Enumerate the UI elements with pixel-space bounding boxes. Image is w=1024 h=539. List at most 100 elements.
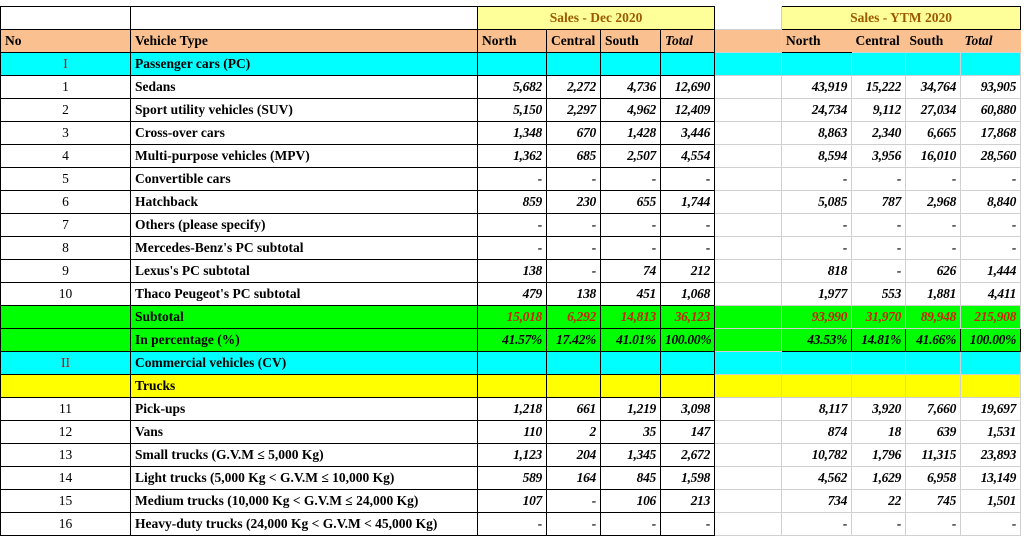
ytm-north: 8,863 (781, 121, 853, 145)
table-row: Subtotal 15,018 6,292 14,813 36,123 93,990 31,… (0, 305, 1022, 329)
ytm-north: - (781, 236, 853, 260)
ytm-south: 41.66% (905, 328, 962, 352)
section-label: Commercial vehicles (CV) (130, 351, 478, 375)
table-row: 6 Hatchback 859 230 655 1,744 5,085 787 2,968 8,8… (0, 190, 1022, 214)
dec-total: 12,690 (659, 75, 716, 99)
row-no: 15 (0, 489, 131, 513)
dec-south: - (600, 213, 661, 237)
dec-total: - (659, 236, 716, 260)
ytm-total: - (960, 167, 1022, 191)
ytm-central: - (851, 259, 907, 283)
dec-north: 5,682 (477, 75, 547, 99)
row-no: 4 (0, 144, 131, 168)
ytm-south: 6,665 (905, 121, 962, 145)
row-no: 11 (0, 397, 131, 421)
ytm-central: 1,796 (851, 443, 907, 467)
ytm-total: 28,560 (960, 144, 1022, 168)
ytm-north: 10,782 (781, 443, 853, 467)
dec-south: 655 (600, 190, 661, 214)
ytm-north: 93,990 (781, 305, 853, 329)
dec-central: - (546, 167, 601, 191)
ytm-central: 15,222 (851, 75, 907, 99)
dec-central: 17.42% (546, 328, 601, 352)
ytm-central: - (851, 236, 907, 260)
dec-total: 1,068 (659, 282, 716, 306)
dec-total: 100.00% (659, 328, 716, 352)
section-label: Trucks (130, 374, 478, 398)
dec-central: 164 (546, 466, 601, 490)
ytm-central: 553 (851, 282, 907, 306)
ytm-north: 874 (781, 420, 853, 444)
dec-total: - (659, 512, 716, 536)
dec-south: - (600, 512, 661, 536)
vehicle-type: Convertible cars (130, 167, 478, 191)
table-row: 13 Small trucks (G.V.M ≤ 5,000 Kg) 1,123 20… (0, 443, 1022, 467)
ytm-total: - (960, 512, 1022, 536)
vehicle-type: Vans (130, 420, 478, 444)
ytm-central: 22 (851, 489, 907, 513)
ytm-central: 2,340 (851, 121, 907, 145)
dec-south: 451 (600, 282, 661, 306)
ytm-north: - (781, 213, 853, 237)
ytm-north: 8,594 (781, 144, 853, 168)
table-row: 14 Light trucks (5,000 Kg < G.V.M ≤ 10,00… (0, 466, 1022, 490)
dec-central: - (546, 236, 601, 260)
dec-south: 1,345 (600, 443, 661, 467)
dec-central: - (546, 489, 601, 513)
ytm-central: 31,970 (851, 305, 907, 329)
dec-south: 106 (600, 489, 661, 513)
row-no: 16 (0, 512, 131, 536)
vehicle-type: Sport utility vehicles (SUV) (130, 98, 478, 122)
dec-south: 1,219 (600, 397, 661, 421)
dec-north: - (477, 213, 547, 237)
vehicle-type: Mercedes-Benz's PC subtotal (130, 236, 478, 260)
row-no: 1 (0, 75, 131, 99)
dec-total: 147 (659, 420, 716, 444)
section-label: Passenger cars (PC) (130, 52, 478, 76)
col-ytm-north: North (781, 29, 852, 53)
dec-central: 661 (546, 397, 601, 421)
table-row: 10 Thaco Peugeot's PC subtotal 479 138 451 1,… (0, 282, 1022, 306)
row-no: 8 (0, 236, 131, 260)
ytm-total: 93,905 (960, 75, 1022, 99)
table-row: 8 Mercedes-Benz's PC subtotal - - - - - - - - (0, 236, 1022, 260)
dec-north: 479 (477, 282, 547, 306)
dec-north: 107 (477, 489, 547, 513)
dec-central: 6,292 (546, 305, 601, 329)
dec-central: - (546, 512, 601, 536)
dec-total: 1,598 (659, 466, 716, 490)
dec-south: - (600, 236, 661, 260)
dec-central: 230 (546, 190, 601, 214)
ytm-north: - (781, 167, 853, 191)
ytm-north: 43.53% (781, 328, 853, 352)
dec-north: 41.57% (477, 328, 547, 352)
dec-central: - (546, 213, 601, 237)
dec-central: 685 (546, 144, 601, 168)
col-dec-total: Total (659, 29, 716, 53)
dec-total: 3,098 (659, 397, 716, 421)
ytm-central: 9,112 (851, 98, 907, 122)
dec-north: 1,123 (477, 443, 547, 467)
ytm-north: - (781, 512, 853, 536)
table-row: 11 Pick-ups 1,218 661 1,219 3,098 8,117 3,920 7,… (0, 397, 1022, 421)
ytm-south: - (905, 512, 962, 536)
ytm-south: 89,948 (905, 305, 962, 329)
ytm-south: 6,958 (905, 466, 962, 490)
row-no (0, 305, 131, 329)
col-dec-north: North (477, 29, 547, 53)
ytm-south: - (905, 213, 962, 237)
col-vehicle-type: Vehicle Type (130, 29, 478, 53)
row-no: II (0, 351, 131, 375)
dec-total: 36,123 (659, 305, 716, 329)
dec-total: 12,409 (659, 98, 716, 122)
ytm-south: - (905, 236, 962, 260)
sales-dec-title: Sales - Dec 2020 (476, 6, 716, 30)
dec-north: 5,150 (477, 98, 547, 122)
row-no (0, 374, 131, 398)
section-trucks: Trucks (0, 374, 1022, 398)
vehicle-type: Others (please specify) (130, 213, 478, 237)
dec-total: 4,554 (659, 144, 716, 168)
row-no (0, 328, 131, 352)
vehicle-type: Heavy-duty trucks (24,000 Kg < G.V.M < 4… (130, 512, 478, 536)
row-no: 6 (0, 190, 131, 214)
